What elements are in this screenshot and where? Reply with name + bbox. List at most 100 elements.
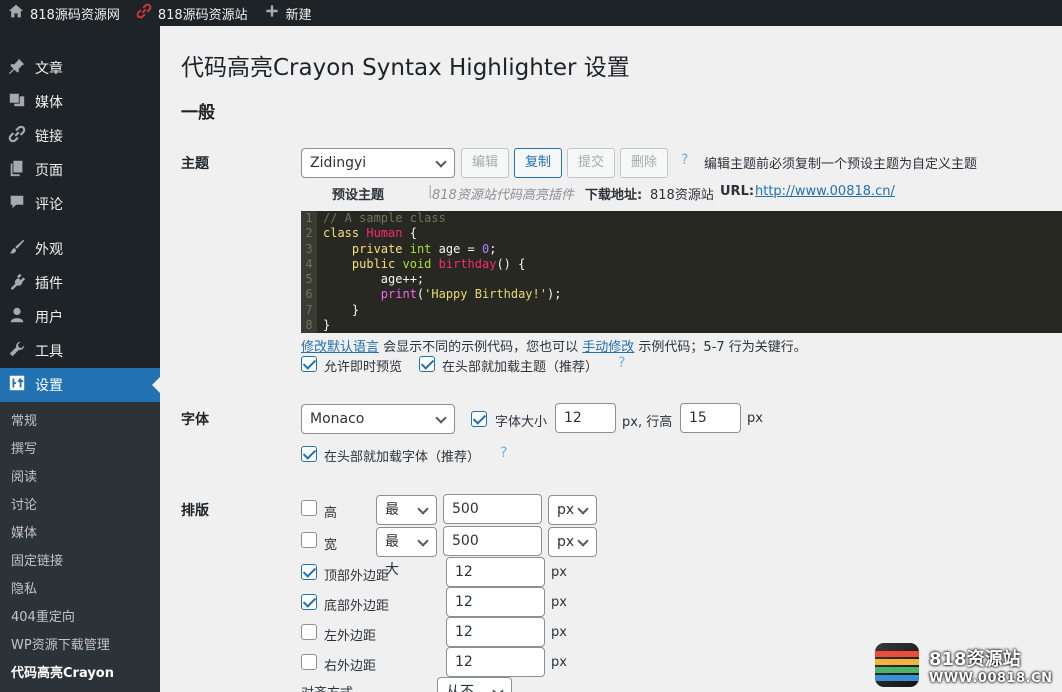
font-select[interactable]: Monaco <box>301 404 455 434</box>
margin-top-unit: px <box>551 565 567 580</box>
preset-plugin-name: 818资源站代码高亮插件 <box>432 188 574 203</box>
width-label: 宽 <box>324 538 338 553</box>
sidebar-item-posts[interactable]: 文章 <box>0 51 160 85</box>
site-watermark: 818资源站 WWW.00818.CN <box>875 643 1052 687</box>
submenu-reading[interactable]: 阅读 <box>0 464 160 492</box>
sidebar-item-pages[interactable]: 页面 <box>0 153 160 187</box>
margin-right-checkbox[interactable] <box>301 654 317 670</box>
sidebar-item-users[interactable]: 用户 <box>0 300 160 334</box>
align-select[interactable]: 从不 <box>437 677 512 692</box>
edit-theme-button[interactable]: 编辑 <box>461 148 509 178</box>
submenu-404-redirect[interactable]: 404重定向 <box>0 604 160 632</box>
sidebar-item-comments[interactable]: 评论 <box>0 187 160 221</box>
load-theme-help-icon[interactable]: ? <box>618 355 625 371</box>
sidebar-item-settings[interactable]: 设置 <box>0 368 160 402</box>
adminbar-site[interactable]: 818源码资源站 <box>128 0 256 26</box>
align-label: 对齐方式 <box>301 682 353 692</box>
margin-bottom-input[interactable]: 12 <box>446 587 545 617</box>
height-mode-select[interactable]: 最大 <box>376 495 437 546</box>
code-preview: 1// A sample class 2 class Human { 3 priv… <box>301 211 1062 333</box>
preset-theme-label: 预设主题 <box>332 188 385 203</box>
change-language-link[interactable]: 修改默认语言 <box>301 340 379 355</box>
font-size-checkbox[interactable] <box>471 411 487 427</box>
download-site: 818资源站 <box>650 188 714 203</box>
submenu-media[interactable]: 媒体 <box>0 520 160 548</box>
submenu-general[interactable]: 常规 <box>0 408 160 436</box>
sidebar-item-appearance[interactable]: 外观 <box>0 232 160 266</box>
margin-bottom-checkbox[interactable] <box>301 594 317 610</box>
user-icon <box>8 306 26 328</box>
adminbar-new[interactable]: 新建 <box>256 0 320 26</box>
sidebar-item-label: 链接 <box>35 129 63 145</box>
link-icon <box>8 125 26 147</box>
load-font-label: 在头部就加载字体（推荐） <box>324 450 481 465</box>
clapperboard-logo-icon <box>875 643 919 687</box>
layout-label: 排版 <box>181 503 209 519</box>
margin-left-input[interactable]: 12 <box>446 617 545 647</box>
margin-top-label: 顶部外边距 <box>324 569 390 584</box>
sidebar-item-tools[interactable]: 工具 <box>0 334 160 368</box>
delete-theme-button[interactable]: 删除 <box>620 148 668 178</box>
adminbar-home[interactable]: 818源码资源网 <box>0 0 128 26</box>
font-size-input[interactable]: 12 <box>555 403 616 433</box>
theme-help-icon[interactable]: ? <box>681 152 688 168</box>
submenu-permalinks[interactable]: 固定链接 <box>0 548 160 576</box>
info-text-2: 示例代码；5-7 行为关键行。 <box>634 340 807 355</box>
sidebar-item-label: 插件 <box>35 276 63 292</box>
width-checkbox[interactable] <box>301 532 317 548</box>
theme-label: 主题 <box>181 156 209 172</box>
copy-theme-button[interactable]: 复制 <box>514 148 562 178</box>
width-unit-select[interactable]: px <box>548 527 597 557</box>
sidebar-item-media[interactable]: 媒体 <box>0 85 160 119</box>
sidebar-item-links[interactable]: 链接 <box>0 119 160 153</box>
font-size-label: 字体大小 <box>495 415 548 430</box>
sidebar-item-label: 外观 <box>35 242 63 258</box>
line-height-input[interactable]: 15 <box>680 403 741 433</box>
code-line: 5 age++; <box>301 272 1062 288</box>
adminbar-new-label: 新建 <box>285 7 312 23</box>
submenu-discussion[interactable]: 讨论 <box>0 492 160 520</box>
submenu-writing[interactable]: 撰写 <box>0 436 160 464</box>
code-line: 7 } <box>301 302 1062 318</box>
height-input[interactable]: 500 <box>443 494 542 524</box>
height-checkbox[interactable] <box>301 500 317 516</box>
load-font-checkbox[interactable] <box>301 446 317 462</box>
margin-top-input[interactable]: 12 <box>446 557 545 587</box>
code-line-text: // A sample class <box>323 211 446 225</box>
plus-icon <box>264 3 280 23</box>
url-link[interactable]: http://www.00818.cn/ <box>755 184 895 199</box>
live-preview-checkbox[interactable] <box>301 356 317 372</box>
main-content: 代码高亮Crayon Syntax Highlighter 设置 一般 主题 Z… <box>160 26 1062 692</box>
height-unit-select[interactable]: px <box>548 495 597 525</box>
home-icon <box>8 3 24 23</box>
submenu-wp-download[interactable]: WP资源下载管理 <box>0 632 160 660</box>
margin-right-label: 右外边距 <box>324 659 377 674</box>
submit-theme-button[interactable]: 提交 <box>567 148 615 178</box>
code-line: 4 public void birthday() { <box>301 256 1062 272</box>
margin-left-checkbox[interactable] <box>301 624 317 640</box>
admin-bar: 818源码资源网 818源码资源站 新建 <box>0 0 1062 26</box>
font-label: 字体 <box>181 412 209 428</box>
manual-edit-link[interactable]: 手动修改 <box>582 340 634 355</box>
sidebar-item-label: 评论 <box>35 197 63 213</box>
height-label: 高 <box>324 506 338 521</box>
sidebar-item-plugins[interactable]: 插件 <box>0 266 160 300</box>
page-title: 代码高亮Crayon Syntax Highlighter 设置 <box>181 55 630 81</box>
width-mode-select[interactable]: 最大 <box>376 527 437 578</box>
sidebar-item-label: 用户 <box>35 310 63 326</box>
load-font-help-icon[interactable]: ? <box>500 445 507 461</box>
download-label: 下载地址: <box>585 188 643 203</box>
margin-right-input[interactable]: 12 <box>446 647 545 677</box>
margin-top-checkbox[interactable] <box>301 564 317 580</box>
admin-sidebar: 文章 媒体 链接 页面 评论 外观 插件 用户 工具 设置 常规 撰写 阅读 讨… <box>0 26 160 692</box>
submenu-crayon[interactable]: 代码高亮Crayon <box>0 660 160 688</box>
url-label: URL: <box>720 184 755 199</box>
width-input[interactable]: 500 <box>443 526 542 556</box>
code-line: 3 private int age = 0; <box>301 241 1062 257</box>
theme-select[interactable]: Zidingyi <box>301 148 455 178</box>
media-icon <box>8 91 26 113</box>
live-preview-label: 允许即时预览 <box>324 360 403 375</box>
load-theme-checkbox[interactable] <box>419 356 435 372</box>
sidebar-item-label: 工具 <box>35 344 63 360</box>
submenu-privacy[interactable]: 隐私 <box>0 576 160 604</box>
